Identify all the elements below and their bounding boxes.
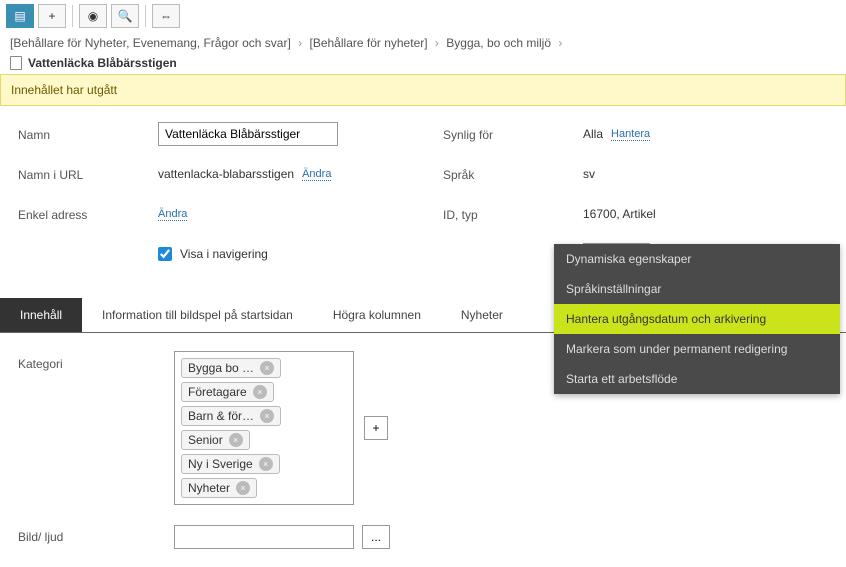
language-value: sv xyxy=(583,167,595,181)
toolbar: ▤ + ◉ 🔍 ⇔ xyxy=(0,0,846,32)
plus-icon: + xyxy=(48,9,55,23)
breadcrumb-link[interactable]: Bygga, bo och miljö xyxy=(446,36,551,50)
chip-label: Företagare xyxy=(188,385,247,399)
preview-button[interactable]: ◉ xyxy=(79,4,107,28)
breadcrumb-link[interactable]: [Behållare för Nyheter, Evenemang, Frågo… xyxy=(10,36,291,50)
name-label: Namn xyxy=(18,126,158,142)
remove-chip-icon[interactable]: × xyxy=(253,385,267,399)
manage-visibility-link[interactable]: Hantera xyxy=(611,128,650,141)
tab-content[interactable]: Innehåll xyxy=(0,298,82,332)
tools-menu-item[interactable]: Starta ett arbetsflöde xyxy=(554,364,840,394)
status-banner: Innehållet har utgått xyxy=(0,74,846,106)
add-button[interactable]: + xyxy=(38,4,66,28)
tab-slideshow-info[interactable]: Information till bildspel på startsidan xyxy=(82,298,313,332)
language-label: Språk xyxy=(443,166,583,182)
name-input[interactable] xyxy=(158,122,338,146)
remove-chip-icon[interactable]: × xyxy=(259,457,273,471)
tools-menu-item[interactable]: Hantera utgångsdatum och arkivering xyxy=(554,304,840,334)
chevron-right-icon: › xyxy=(558,36,562,50)
chip-label: Ny i Sverige xyxy=(188,457,253,471)
visiblefor-label: Synlig för xyxy=(443,126,583,142)
add-category-button[interactable]: + xyxy=(364,416,388,440)
media-label: Bild/ ljud xyxy=(18,530,174,544)
show-in-nav-checkbox[interactable] xyxy=(158,247,172,261)
breadcrumb: [Behållare för Nyheter, Evenemang, Frågo… xyxy=(0,32,846,54)
category-chip[interactable]: Barn & för… × xyxy=(181,406,281,426)
tools-menu-item[interactable]: Markera som under permanent redigering xyxy=(554,334,840,364)
search-icon: 🔍 xyxy=(118,9,133,23)
idtype-value: 16700, Artikel xyxy=(583,207,656,221)
eye-icon: ◉ xyxy=(88,9,98,23)
media-input[interactable] xyxy=(174,525,354,549)
chip-label: Bygga bo … xyxy=(188,361,254,375)
category-chip[interactable]: Ny i Sverige × xyxy=(181,454,280,474)
browse-media-button[interactable]: ... xyxy=(362,525,390,549)
form-left-column: Namn Namn i URL vattenlacka-blabarsstige… xyxy=(18,122,403,282)
toolbar-separator xyxy=(72,5,73,27)
search-button[interactable]: 🔍 xyxy=(111,4,139,28)
chevron-right-icon: › xyxy=(435,36,439,50)
category-chip[interactable]: Bygga bo … × xyxy=(181,358,281,378)
expand-icon: ⇔ xyxy=(160,9,172,23)
toolbar-separator xyxy=(145,5,146,27)
tab-news[interactable]: Nyheter xyxy=(441,298,523,332)
tree-icon: ▤ xyxy=(14,9,25,23)
document-icon xyxy=(10,56,22,70)
category-chipbox: Bygga bo …×Företagare×Barn & för…×Senior… xyxy=(174,351,354,505)
category-chip[interactable]: Nyheter × xyxy=(181,478,257,498)
tools-menu-item[interactable]: Språkinställningar xyxy=(554,274,840,304)
chip-label: Barn & för… xyxy=(188,409,254,423)
urlname-value: vattenlacka-blabarsstigen xyxy=(158,167,294,181)
chevron-right-icon: › xyxy=(298,36,302,50)
remove-chip-icon[interactable]: × xyxy=(229,433,243,447)
category-chip[interactable]: Senior × xyxy=(181,430,250,450)
show-in-nav-label: Visa i navigering xyxy=(180,247,268,261)
category-chip[interactable]: Företagare × xyxy=(181,382,274,402)
urlname-label: Namn i URL xyxy=(18,166,158,182)
simpleaddr-label: Enkel adress xyxy=(18,206,158,222)
visiblefor-value: Alla xyxy=(583,127,603,141)
chip-label: Senior xyxy=(188,433,223,447)
change-simpleaddr-link[interactable]: Ändra xyxy=(158,208,187,221)
change-urlname-link[interactable]: Ändra xyxy=(302,168,331,181)
tools-dropdown-menu: Dynamiska egenskaperSpråkinställningarHa… xyxy=(554,244,840,394)
chip-label: Nyheter xyxy=(188,481,230,495)
expand-button[interactable]: ⇔ xyxy=(152,4,180,28)
tools-menu-item[interactable]: Dynamiska egenskaper xyxy=(554,244,840,274)
remove-chip-icon[interactable]: × xyxy=(236,481,250,495)
remove-chip-icon[interactable]: × xyxy=(260,409,274,423)
page-title: Vattenläcka Blåbärsstigen xyxy=(28,56,177,70)
tab-right-column[interactable]: Högra kolumnen xyxy=(313,298,441,332)
category-label: Kategori xyxy=(18,351,174,505)
empty-label xyxy=(18,253,158,255)
idtype-label: ID, typ xyxy=(443,206,583,222)
remove-chip-icon[interactable]: × xyxy=(260,361,274,375)
breadcrumb-link[interactable]: [Behållare för nyheter] xyxy=(310,36,428,50)
page-title-row: Vattenläcka Blåbärsstigen xyxy=(0,54,846,74)
tree-toggle-button[interactable]: ▤ xyxy=(6,4,34,28)
